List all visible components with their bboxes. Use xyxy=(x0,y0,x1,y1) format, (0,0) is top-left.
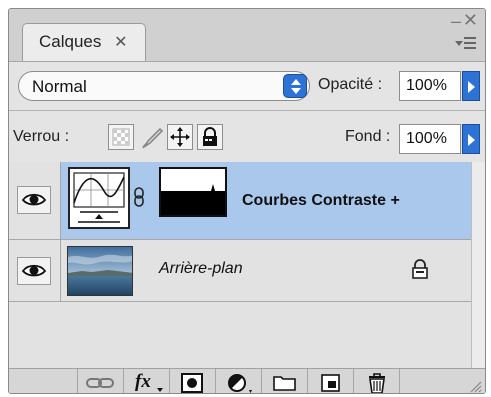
opacity-slider-arrow-icon[interactable] xyxy=(462,71,480,101)
eye-icon[interactable] xyxy=(17,257,51,285)
layer-name[interactable]: Courbes Contraste + xyxy=(242,192,400,210)
blend-mode-value: Normal xyxy=(32,77,87,96)
eye-icon[interactable] xyxy=(17,186,51,214)
layer-mask-thumbnail[interactable] xyxy=(159,167,227,217)
blend-mode-stepper-icon[interactable] xyxy=(283,74,307,98)
window-close-icon[interactable]: ✕ xyxy=(463,10,478,31)
panel-menu-icon[interactable] xyxy=(455,37,477,51)
collapse-icon[interactable]: – xyxy=(451,11,461,32)
layers-scrollbar[interactable] xyxy=(471,162,485,368)
fill-slider-arrow-icon[interactable] xyxy=(462,124,480,154)
divider xyxy=(9,110,485,111)
lock-all-icon[interactable] xyxy=(197,124,223,150)
tab-close-icon[interactable]: ✕ xyxy=(114,34,127,51)
link-layers-icon[interactable] xyxy=(77,369,123,393)
tab-label: Calques xyxy=(39,32,102,51)
trash-icon[interactable] xyxy=(353,369,399,393)
tab-calques[interactable]: Calques ✕ xyxy=(22,23,146,61)
layers-toolbar: fx xyxy=(9,368,485,393)
fx-label: fx xyxy=(135,371,151,392)
background-photo-thumbnail xyxy=(67,246,133,296)
blend-mode-select[interactable]: Normal xyxy=(18,71,310,101)
layer-mask-icon[interactable] xyxy=(169,369,215,393)
fill-label: Fond : xyxy=(345,128,391,145)
layer-lock-icon xyxy=(410,258,430,280)
toolbar-spacer xyxy=(399,369,479,393)
layer-name[interactable]: Arrière-plan xyxy=(159,260,243,278)
fill-input[interactable]: 100% xyxy=(399,124,461,154)
chain-link-icon[interactable] xyxy=(133,187,145,207)
new-layer-icon[interactable] xyxy=(307,369,353,393)
layer-row-background[interactable]: Arrière-plan xyxy=(9,240,485,302)
lock-transparent-icon[interactable] xyxy=(108,124,134,150)
panel-body: Normal Opacité : 100% Verrou : Fond: 10… xyxy=(9,61,485,393)
resize-grip-icon[interactable] xyxy=(468,379,482,393)
layers-panel: Calques ✕ – ✕ Normal Opacité : 100% Verr… xyxy=(8,8,486,394)
curves-thumbnail-icon xyxy=(68,167,130,229)
opacity-input[interactable]: 100% xyxy=(399,71,461,101)
panel-tab-bar: Calques ✕ – ✕ xyxy=(9,9,485,61)
group-folder-icon[interactable] xyxy=(261,369,307,393)
opacity-label: Opacité : xyxy=(318,76,383,93)
adjustment-layer-icon[interactable] xyxy=(215,369,261,393)
layers-list: Courbes Contraste + Arrière-plan xyxy=(9,162,485,368)
visibility-cell[interactable] xyxy=(9,240,61,301)
layer-row-curves[interactable]: Courbes Contraste + xyxy=(9,162,485,240)
visibility-cell[interactable] xyxy=(9,162,61,239)
lock-label: Verrou : xyxy=(13,128,70,145)
lock-move-icon[interactable] xyxy=(167,124,193,150)
fx-icon[interactable]: fx xyxy=(123,369,169,393)
lock-brush-icon[interactable] xyxy=(138,124,164,150)
